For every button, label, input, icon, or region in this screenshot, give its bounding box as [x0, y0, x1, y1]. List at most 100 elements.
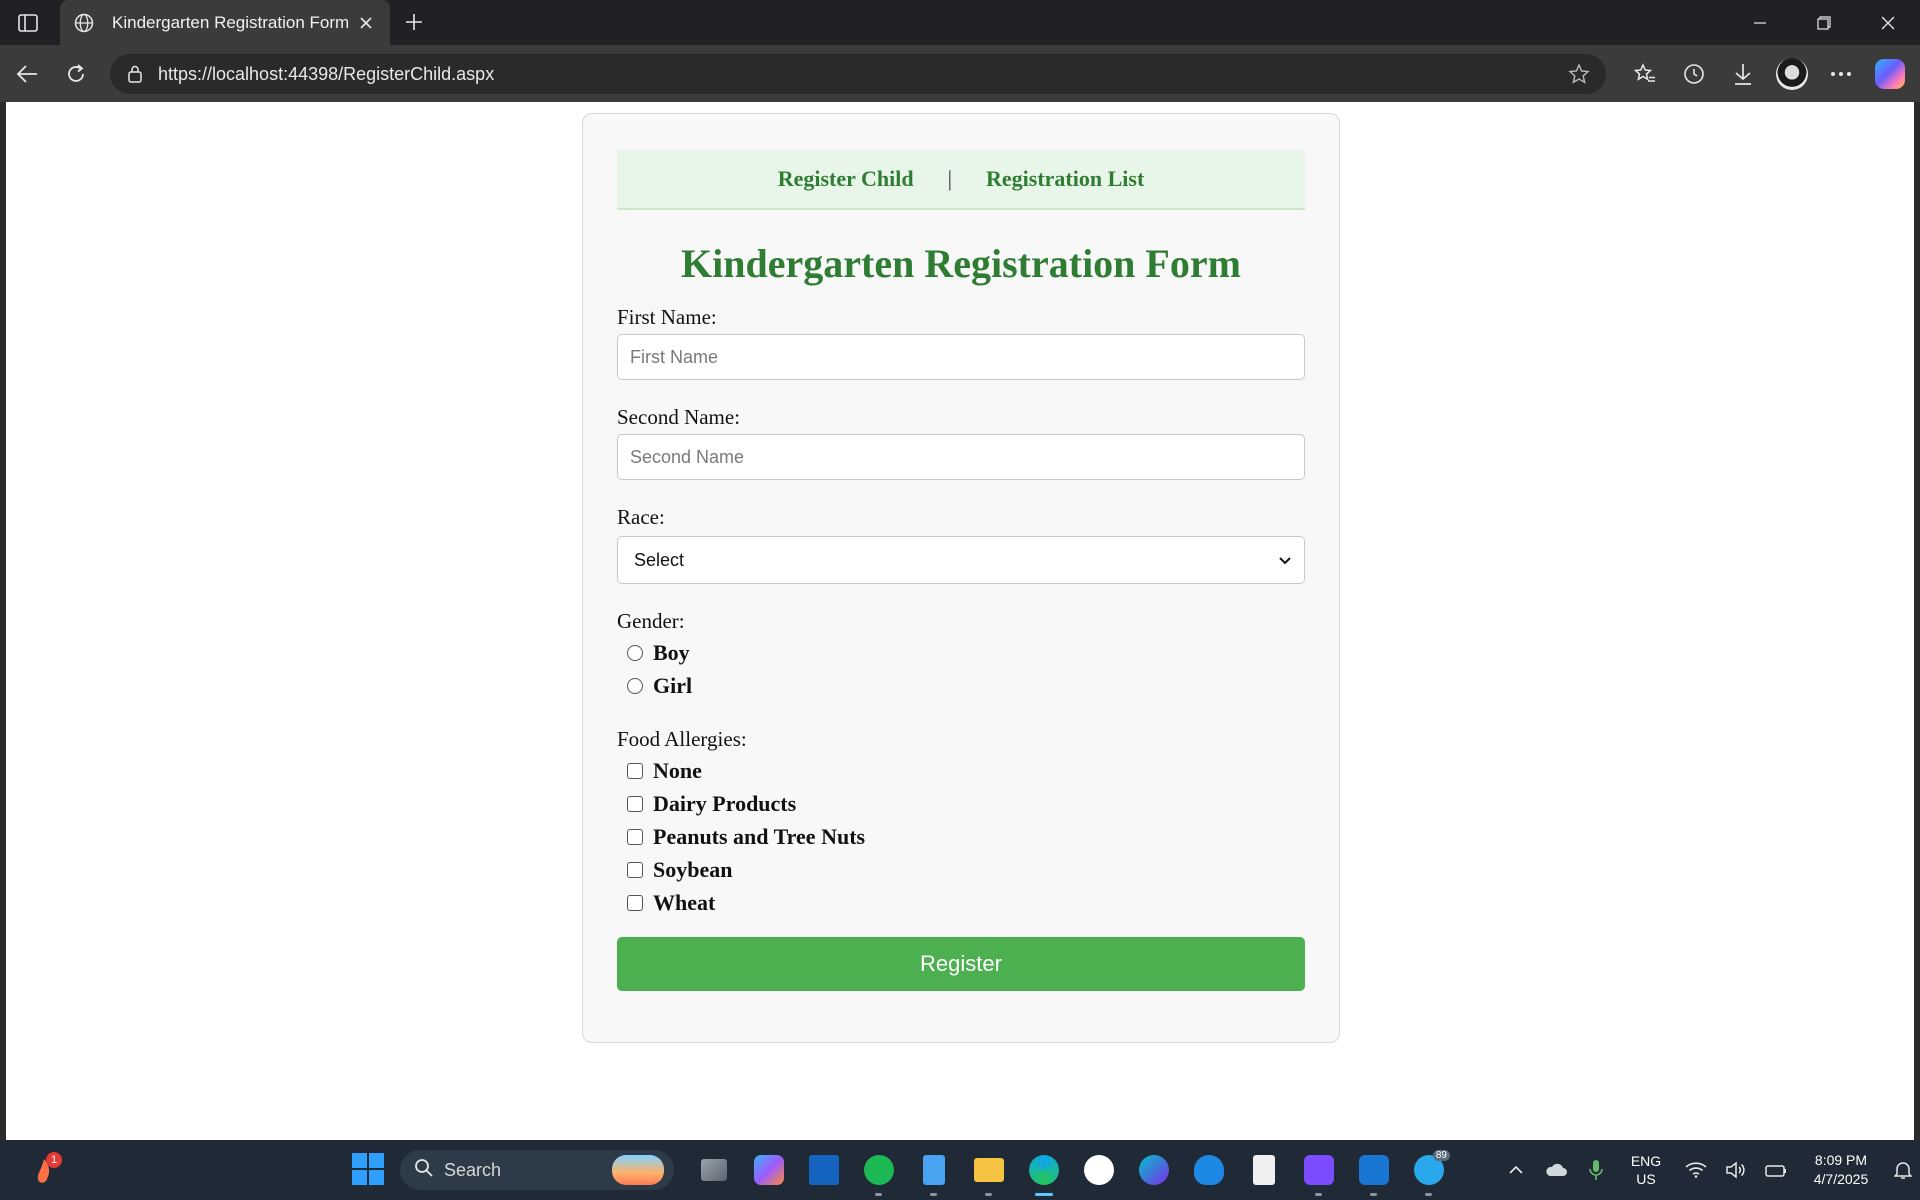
favorites-icon[interactable]: [1620, 54, 1669, 94]
first-name-input[interactable]: [617, 334, 1305, 380]
canva-icon[interactable]: [1126, 1148, 1181, 1192]
python-file-icon[interactable]: [1236, 1148, 1291, 1192]
nav-register-child-link[interactable]: Register Child: [778, 166, 914, 192]
windows-start-icon[interactable]: [352, 1153, 384, 1185]
allergy-option-label: Wheat: [653, 889, 716, 915]
clock-date: 4/7/2025: [1813, 1171, 1869, 1187]
language-region: US: [1636, 1171, 1656, 1187]
minimize-icon[interactable]: [1728, 0, 1792, 45]
toolbar-icons: [1620, 54, 1914, 94]
allergy-option-dairy[interactable]: Dairy Products: [627, 787, 1305, 820]
language-code: ENG: [1630, 1153, 1662, 1169]
edge-browser-icon[interactable]: [1016, 1148, 1071, 1196]
notepad-icon[interactable]: [906, 1148, 961, 1196]
vs-code-alt-icon[interactable]: [796, 1148, 851, 1192]
allergy-option-wheat[interactable]: Wheat: [627, 886, 1305, 919]
radio-button[interactable]: [627, 644, 643, 661]
second-name-input[interactable]: [617, 434, 1305, 480]
battery-icon[interactable]: [1756, 1150, 1796, 1190]
page-navigation: Register Child | Registration List: [617, 150, 1305, 210]
spotify-icon[interactable]: [851, 1148, 906, 1196]
gender-option-label: Girl: [653, 672, 693, 698]
mysql-workbench-icon[interactable]: [1181, 1148, 1236, 1192]
copilot-icon[interactable]: [1865, 54, 1914, 94]
address-bar[interactable]: https://localhost:44398/RegisterChild.as…: [110, 54, 1606, 94]
new-tab-icon[interactable]: [398, 8, 430, 36]
back-arrow-icon[interactable]: [10, 57, 44, 91]
clock-time: 8:09 PM: [1814, 1152, 1868, 1168]
checkbox[interactable]: [627, 762, 643, 779]
search-icon: [414, 1158, 434, 1183]
checkbox[interactable]: [627, 861, 643, 878]
notification-app-icon[interactable]: 1: [24, 1152, 64, 1192]
onedrive-icon[interactable]: [1536, 1150, 1576, 1190]
visual-studio-icon[interactable]: [1291, 1148, 1346, 1196]
copilot-app-icon[interactable]: [741, 1148, 796, 1192]
close-tab-icon[interactable]: [354, 11, 378, 35]
allergies-checkbox-group: None Dairy Products Peanuts and Tree Nut…: [617, 754, 1305, 919]
food-allergies-label: Food Allergies:: [617, 727, 747, 751]
gender-option-boy[interactable]: Boy: [627, 636, 1305, 669]
windows-taskbar: 1 Search 89 ENG US 8:09 PM 4/7/2025: [0, 1140, 1920, 1200]
pinned-apps: 89: [686, 1148, 1456, 1196]
search-label: Search: [444, 1159, 502, 1180]
race-select[interactable]: Select: [617, 536, 1305, 584]
history-icon[interactable]: [1669, 54, 1718, 94]
search-highlight-image: [612, 1155, 664, 1185]
wifi-icon[interactable]: [1676, 1150, 1716, 1190]
gender-radio-group: Boy Girl: [617, 636, 1305, 702]
allergy-option-label: Soybean: [653, 856, 733, 882]
chevron-down-icon: [1278, 550, 1292, 571]
url-text[interactable]: https://localhost:44398/RegisterChild.as…: [158, 64, 1566, 85]
language-indicator[interactable]: ENG US: [1616, 1152, 1676, 1188]
close-window-icon[interactable]: [1856, 0, 1920, 45]
docker-desktop-icon[interactable]: [1346, 1148, 1401, 1196]
gender-option-label: Boy: [653, 639, 690, 665]
app-store-icon[interactable]: [1071, 1148, 1126, 1192]
file-explorer-icon[interactable]: [961, 1148, 1016, 1196]
checkbox[interactable]: [627, 894, 643, 911]
registration-form-card: Register Child | Registration List Kinde…: [582, 113, 1340, 1043]
clock[interactable]: 8:09 PM 4/7/2025: [1796, 1151, 1886, 1189]
page-viewport: Register Child | Registration List Kinde…: [6, 102, 1914, 1140]
telegram-icon[interactable]: 89: [1401, 1148, 1456, 1196]
allergy-option-label: Dairy Products: [653, 790, 797, 816]
nav-registration-list-link[interactable]: Registration List: [986, 166, 1144, 192]
task-view-icon[interactable]: [686, 1148, 741, 1192]
refresh-icon[interactable]: [59, 57, 93, 91]
allergy-option-peanuts[interactable]: Peanuts and Tree Nuts: [627, 820, 1305, 853]
favorite-star-icon[interactable]: [1566, 61, 1592, 87]
radio-button[interactable]: [627, 677, 643, 694]
restore-icon[interactable]: [1792, 0, 1856, 45]
volume-icon[interactable]: [1716, 1150, 1756, 1190]
checkbox[interactable]: [627, 795, 643, 812]
page-title: Kindergarten Registration Form: [681, 241, 1241, 286]
system-tray: ENG US 8:09 PM 4/7/2025: [1496, 1140, 1920, 1200]
nav-separator: |: [947, 166, 952, 191]
more-options-icon[interactable]: [1816, 54, 1865, 94]
chevron-up-icon[interactable]: [1496, 1150, 1536, 1190]
allergy-option-label: Peanuts and Tree Nuts: [653, 823, 866, 849]
browser-tab[interactable]: Kindergarten Registration Form: [60, 0, 390, 45]
checkbox[interactable]: [627, 828, 643, 845]
telegram-badge: 89: [1432, 1150, 1450, 1161]
microphone-icon[interactable]: [1576, 1150, 1616, 1190]
window-controls: [1728, 0, 1920, 45]
race-label: Race:: [617, 505, 665, 529]
allergy-option-label: None: [653, 757, 702, 783]
gender-option-girl[interactable]: Girl: [627, 669, 1305, 702]
lock-icon[interactable]: [124, 63, 146, 85]
gender-label: Gender:: [617, 609, 685, 633]
download-icon[interactable]: [1718, 54, 1767, 94]
notifications-bell-icon[interactable]: [1886, 1150, 1920, 1190]
profile-avatar[interactable]: [1767, 54, 1816, 94]
sidebar-toggle-icon[interactable]: [14, 10, 42, 36]
first-name-label: First Name:: [617, 305, 717, 329]
race-selected-value: Select: [634, 549, 685, 570]
second-name-label: Second Name:: [617, 405, 741, 429]
allergy-option-none[interactable]: None: [627, 754, 1305, 787]
register-button[interactable]: Register: [617, 937, 1305, 991]
taskbar-search[interactable]: Search: [400, 1150, 674, 1190]
globe-icon: [72, 11, 96, 35]
allergy-option-soybean[interactable]: Soybean: [627, 853, 1305, 886]
